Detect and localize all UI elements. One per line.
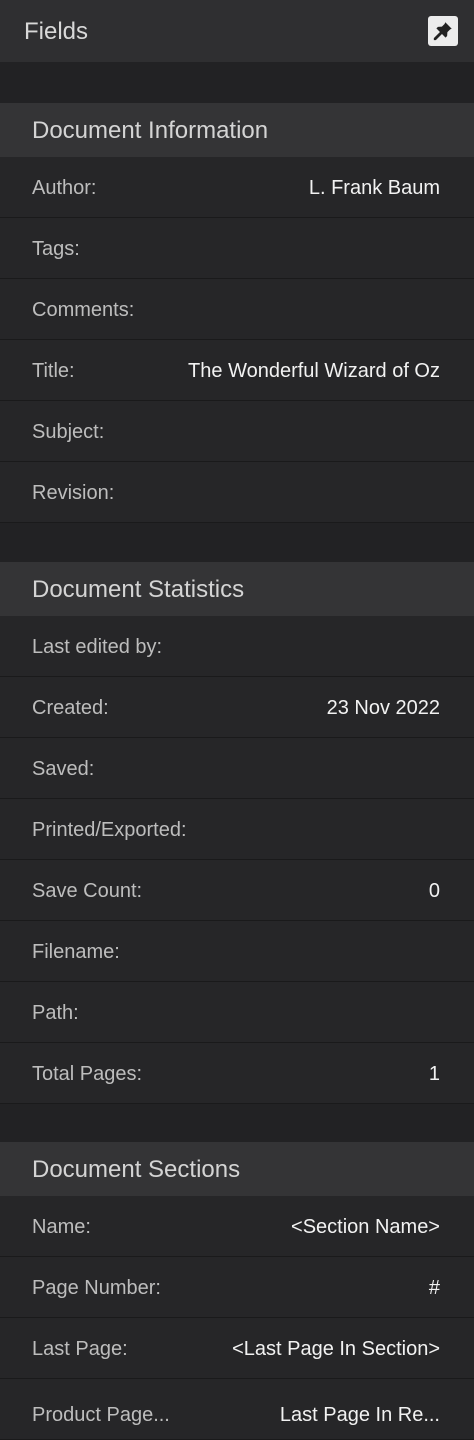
field-label: Subject: xyxy=(32,421,105,443)
field-value: 1 xyxy=(428,1063,440,1085)
field-row-last-edited-by[interactable]: Last edited by: xyxy=(0,616,474,677)
document-statistics-section: Document Statistics Last edited by: Crea… xyxy=(0,562,474,1104)
field-label: Title: xyxy=(32,360,75,382)
section-header: Document Information xyxy=(0,103,474,157)
field-label: Save Count: xyxy=(32,880,143,902)
field-row-name[interactable]: Name: <Section Name> xyxy=(0,1196,474,1257)
field-label: Page Number: xyxy=(32,1277,161,1299)
field-row-saved[interactable]: Saved: xyxy=(0,738,474,799)
field-label: Created: xyxy=(32,697,109,719)
field-row-partial[interactable]: Product Page... Last Page In Re... xyxy=(0,1379,474,1440)
field-value: The Wonderful Wizard of Oz xyxy=(188,360,440,382)
section-title: Document Information xyxy=(32,117,269,144)
field-row-path[interactable]: Path: xyxy=(0,982,474,1043)
field-row-filename[interactable]: Filename: xyxy=(0,921,474,982)
field-row-comments[interactable]: Comments: xyxy=(0,279,474,340)
field-value: L. Frank Baum xyxy=(308,177,440,199)
panel-title: Fields xyxy=(24,18,89,45)
field-label: Product Page... xyxy=(32,1404,170,1426)
field-label: Tags: xyxy=(32,238,80,260)
field-label: Last edited by: xyxy=(32,636,163,658)
document-sections-section: Document Sections Name: <Section Name> P… xyxy=(0,1142,474,1440)
field-row-page-number[interactable]: Page Number: # xyxy=(0,1257,474,1318)
field-value: 0 xyxy=(428,880,440,902)
field-label: Revision: xyxy=(32,482,115,504)
field-row-save-count[interactable]: Save Count: 0 xyxy=(0,860,474,921)
field-value: Last Page In Re... xyxy=(279,1404,440,1426)
field-label: Total Pages: xyxy=(32,1063,143,1085)
field-label: Last Page: xyxy=(32,1338,128,1360)
field-value: 23 Nov 2022 xyxy=(326,697,440,719)
field-row-tags[interactable]: Tags: xyxy=(0,218,474,279)
panel-header: Fields xyxy=(0,0,474,62)
field-row-created[interactable]: Created: 23 Nov 2022 xyxy=(0,677,474,738)
document-information-section: Document Information Author: L. Frank Ba… xyxy=(0,103,474,523)
field-row-title[interactable]: Title: The Wonderful Wizard of Oz xyxy=(0,340,474,401)
field-label: Comments: xyxy=(32,299,135,321)
field-row-last-page[interactable]: Last Page: <Last Page In Section> xyxy=(0,1318,474,1379)
field-row-printed-exported[interactable]: Printed/Exported: xyxy=(0,799,474,860)
pin-button[interactable] xyxy=(428,16,458,46)
field-label: Saved: xyxy=(32,758,95,780)
section-header: Document Sections xyxy=(0,1142,474,1196)
field-label: Printed/Exported: xyxy=(32,819,187,841)
field-value: # xyxy=(428,1277,440,1299)
section-title: Document Sections xyxy=(32,1156,241,1183)
field-value: <Section Name> xyxy=(291,1216,440,1238)
field-row-revision[interactable]: Revision: xyxy=(0,462,474,523)
field-row-total-pages[interactable]: Total Pages: 1 xyxy=(0,1043,474,1104)
field-value: <Last Page In Section> xyxy=(232,1338,440,1360)
field-label: Name: xyxy=(32,1216,91,1238)
pin-icon xyxy=(433,22,452,41)
field-row-subject[interactable]: Subject: xyxy=(0,401,474,462)
field-row-author[interactable]: Author: L. Frank Baum xyxy=(0,157,474,218)
field-label: Filename: xyxy=(32,941,120,963)
section-title: Document Statistics xyxy=(32,576,245,603)
field-label: Author: xyxy=(32,177,97,199)
section-header: Document Statistics xyxy=(0,562,474,616)
field-label: Path: xyxy=(32,1002,79,1024)
